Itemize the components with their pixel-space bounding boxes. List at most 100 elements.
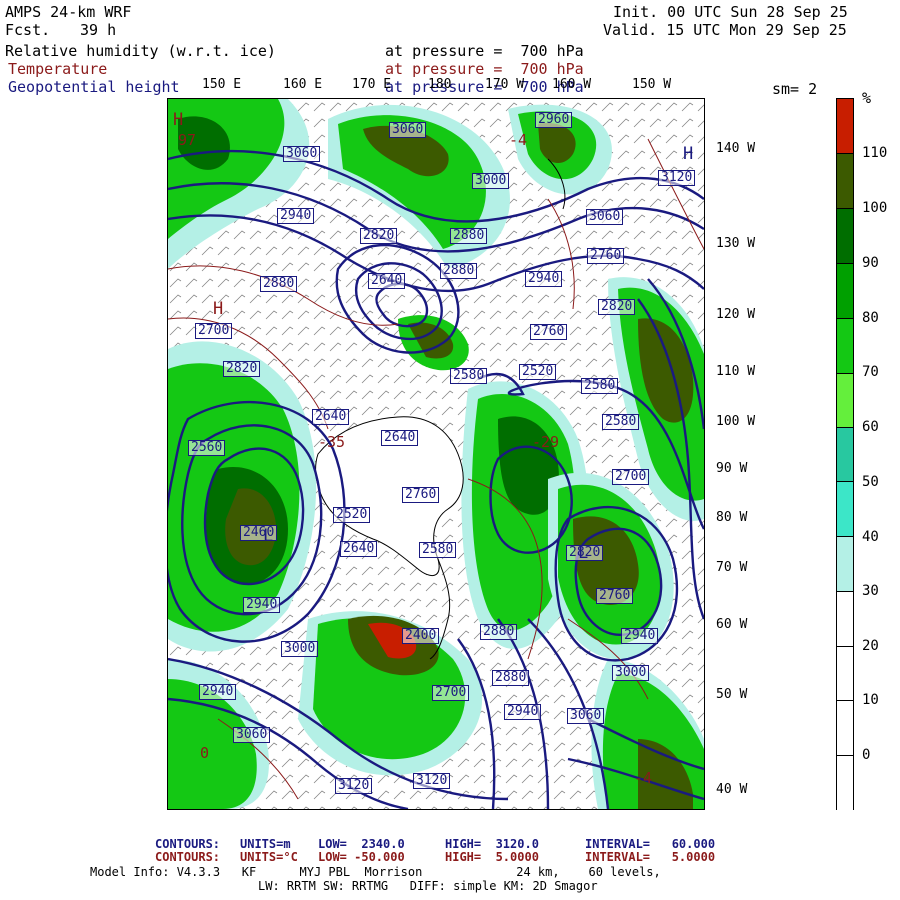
height-label: 2580 [419,542,457,558]
colorbar [836,98,854,810]
contours-temp-low: LOW= -50.000 [318,850,405,864]
colorbar-segment [837,263,853,319]
height-label: 2960 [535,112,573,128]
height-label: 3000 [472,173,510,189]
height-label: 2820 [598,299,636,315]
colorbar-segment [837,318,853,374]
edge-label: 90 W [716,461,748,476]
init-time: Init. 00 UTC Sun 28 Sep 25 [613,3,848,21]
height-label: 2580 [581,378,619,394]
height-label: 2580 [602,414,640,430]
field-level-temperature: at pressure = 700 hPa [385,60,584,78]
height-label: 3120 [335,778,373,794]
height-label: 2820 [360,228,398,244]
height-label: 2640 [312,409,350,425]
edge-label: 40 W [716,782,748,797]
height-label: 2880 [480,624,518,640]
height-label: 2760 [596,588,634,604]
field-name-rh: Relative humidity (w.r.t. ice) [5,42,276,60]
colorbar-segment [837,591,853,647]
pressure-center-high: H [683,144,694,164]
model-title: AMPS 24-km WRF [5,3,132,21]
height-label: 2880 [440,263,478,279]
temperature-label: -35 [318,433,346,451]
colorbar-tick: 110 [862,145,888,161]
lon-label: 170 W [485,77,525,92]
lon-label: 160 W [552,77,592,92]
height-label: 2880 [450,228,488,244]
height-label: 3060 [283,146,321,162]
colorbar-segment [837,208,853,264]
height-label: 2520 [519,364,557,380]
height-label: 2760 [530,324,568,340]
height-label: 2560 [188,440,226,456]
colorbar-tick: 100 [862,200,888,216]
colorbar-segment [837,646,853,701]
contours-temp-label: CONTOURS: [155,850,221,864]
edge-label: 60 W [716,617,748,632]
temperature-label: 0 [200,744,210,762]
height-label: 2880 [492,670,530,686]
height-label: 2640 [381,430,419,446]
contours-temp-high: HIGH= 5.0000 [445,850,539,864]
lon-label: 150 E [202,77,242,92]
edge-label: 110 W [716,364,756,379]
height-label: 2640 [368,273,406,289]
map-canvas [168,99,704,809]
colorbar-tick: 0 [862,747,871,763]
edge-label: 80 W [716,510,748,525]
pressure-center-low: L [263,526,274,546]
height-label: 3120 [413,773,451,789]
colorbar-tick: 50 [862,474,879,490]
height-label: 2940 [199,684,237,700]
height-label: 2880 [260,276,298,292]
colorbar-tick: 40 [862,529,879,545]
height-label: 2760 [587,248,625,264]
colorbar-tick: 30 [862,583,879,599]
colorbar-segment [837,153,853,209]
edge-label: 120 W [716,307,756,322]
contours-temp-interval: INTERVAL= 5.0000 [585,850,716,864]
model-physics: LW: RRTM SW: RRTMG DIFF: simple KM: 2D S… [258,879,598,893]
smoothing-label: sm= 2 [772,80,818,98]
height-label: 3060 [233,727,271,743]
field-name-temperature: Temperature [8,60,108,78]
colorbar-unit: % [862,89,872,107]
forecast-label: Fcst. [5,21,51,39]
height-label: 3060 [389,122,427,138]
height-label: 3060 [567,708,605,724]
height-label: 2940 [504,704,542,720]
lon-label: 180 [428,77,452,92]
height-label: 2760 [402,487,440,503]
field-name-geopotential: Geopotential height [8,78,180,96]
height-label: 2700 [612,469,650,485]
field-level-rh: at pressure = 700 hPa [385,42,584,60]
height-label: 3060 [586,209,624,225]
colorbar-tick: 10 [862,692,879,708]
colorbar-segment [837,99,853,153]
height-label: 2580 [450,368,488,384]
colorbar-tick: 80 [862,310,879,326]
height-label: 3120 [658,170,696,186]
colorbar-segment [837,755,853,810]
height-label: 2640 [340,541,378,557]
height-label: 2700 [195,323,233,339]
map-panel [167,98,705,810]
contours-temp-units: UNITS=°C [240,850,298,864]
colorbar-tick: 20 [862,638,879,654]
model-info: Model Info: V4.3.3 KF MYJ PBL Morrison 2… [90,865,661,879]
temperature-label: -4 [509,131,528,149]
valid-time: Valid. 15 UTC Mon 29 Sep 25 [603,21,847,39]
edge-label: 70 W [716,560,748,575]
edge-label: 140 W [716,141,756,156]
colorbar-tick: 90 [862,255,879,271]
pressure-center-low: L [578,543,589,563]
colorbar-segment [837,700,853,756]
forecast-hour: 39 h [80,21,117,39]
height-label: 2400 [402,628,440,644]
colorbar-segment [837,536,853,592]
edge-label: 50 W [716,687,748,702]
pressure-center-value: 97 [178,131,197,149]
lon-label: 150 W [632,77,672,92]
height-label: 2940 [621,628,659,644]
